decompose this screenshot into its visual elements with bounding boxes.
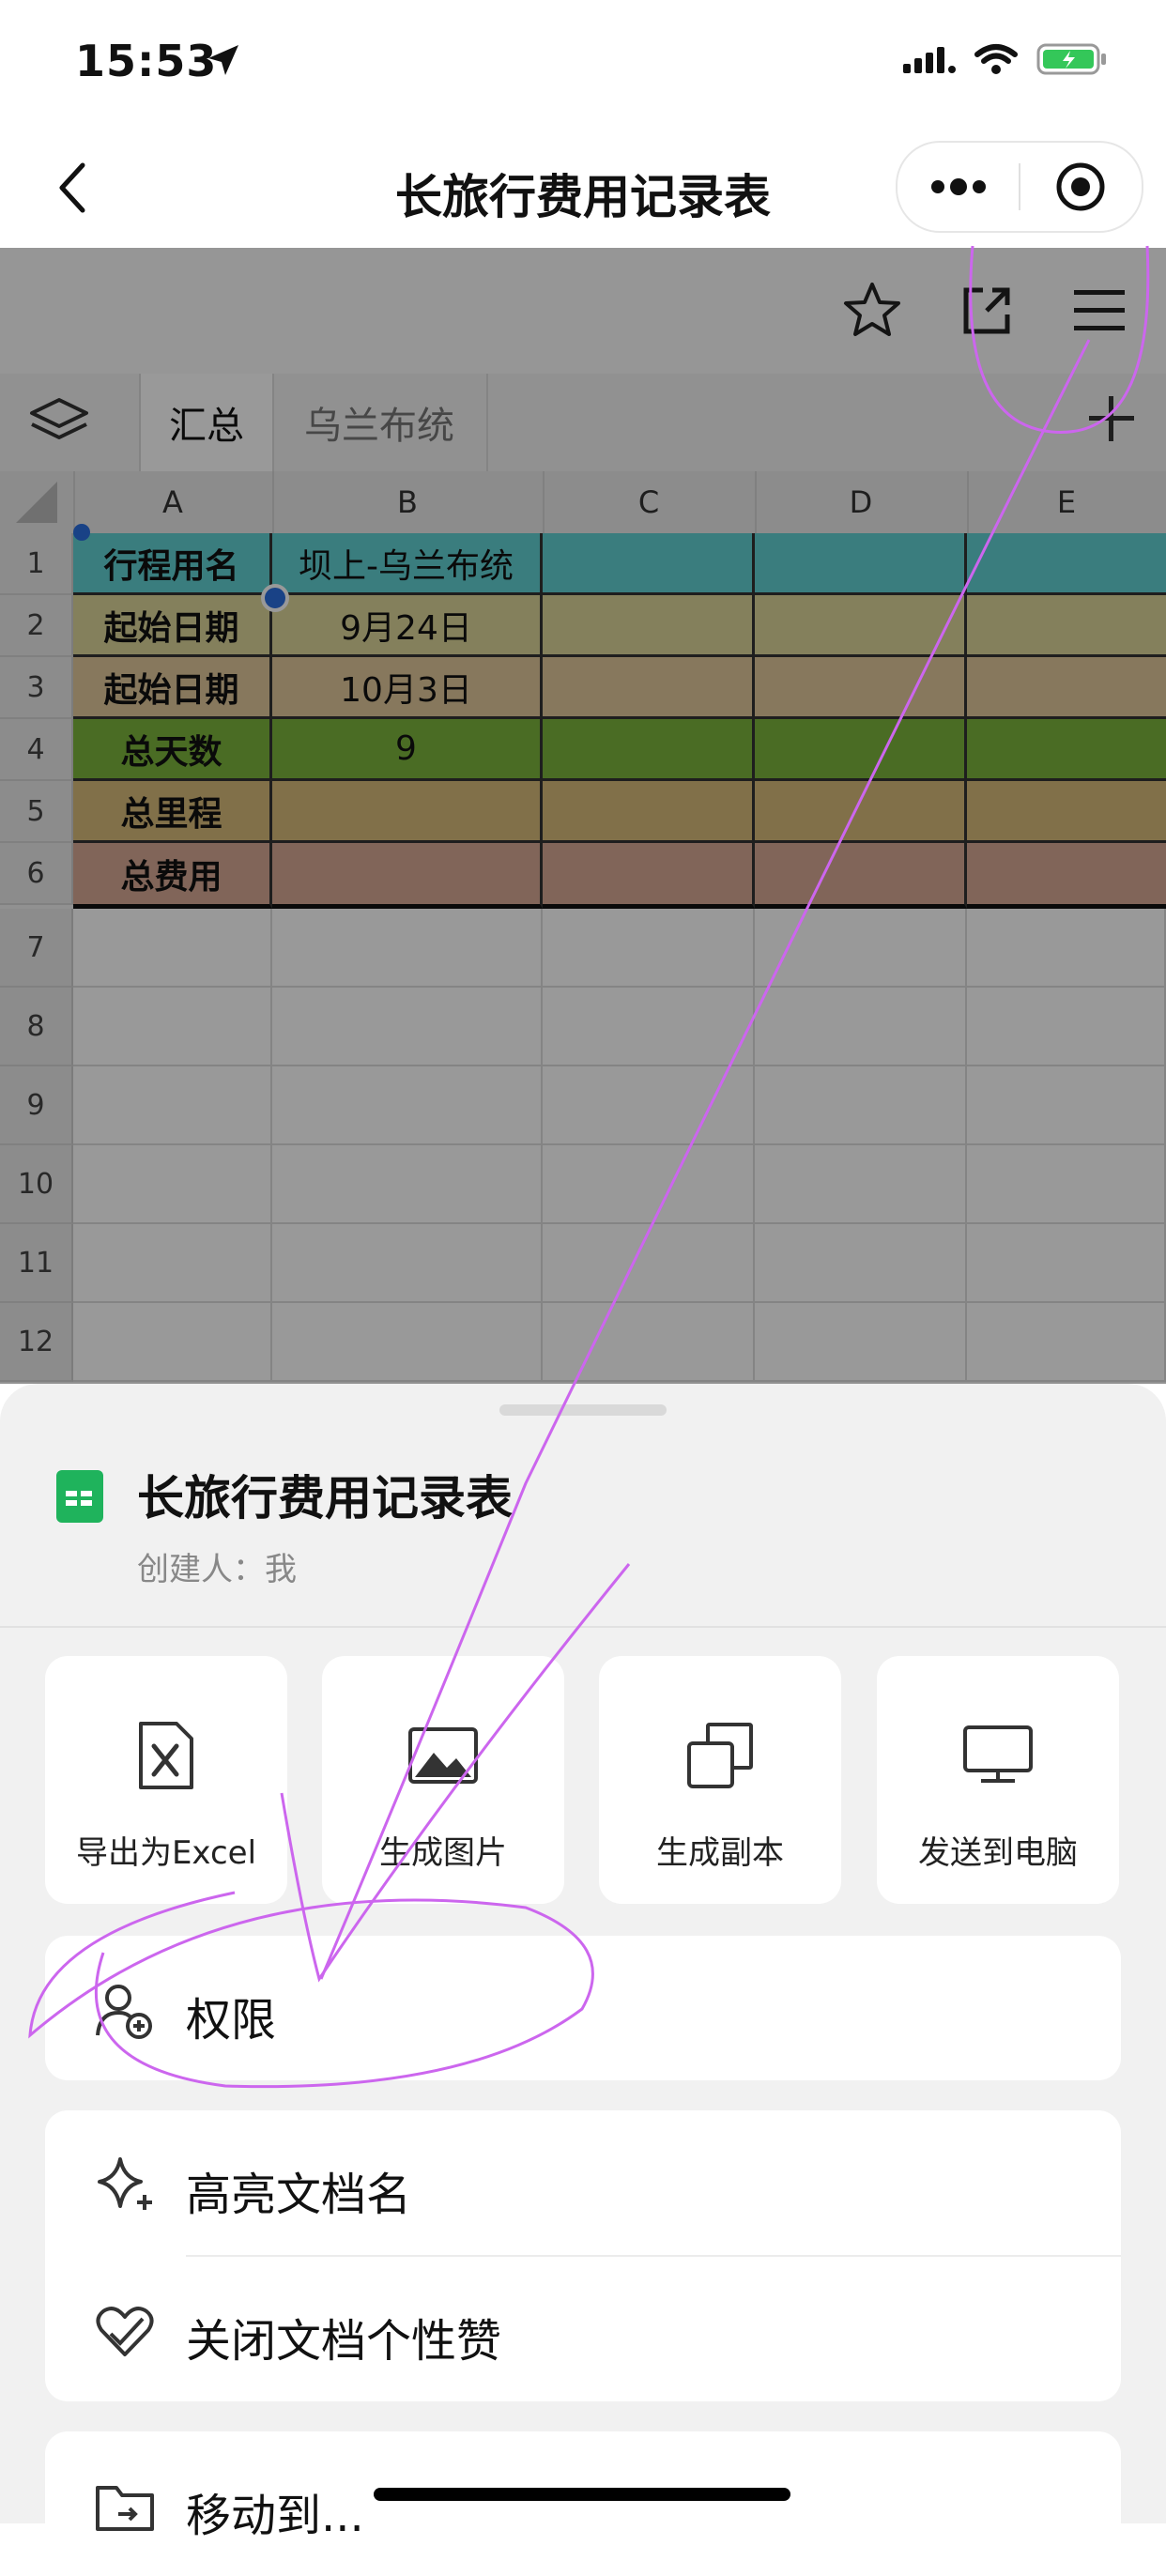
image-icon (408, 1727, 478, 1784)
highlight-doc-name-label: 高亮文档名 (186, 2169, 412, 2221)
highlight-doc-name-row[interactable]: 高亮文档名 (45, 2110, 1121, 2255)
copy-icon (687, 1723, 753, 1788)
target-circle-icon (1056, 162, 1105, 211)
battery-charging-icon (1036, 43, 1106, 75)
doc-creator: 创建人：我 (137, 1551, 297, 1588)
sparkle-icon (94, 2154, 156, 2216)
status-bar: 15:53 (0, 0, 1166, 131)
make-copy-button[interactable]: 生成副本 (599, 1656, 841, 1904)
move-to-label: 移动到... (186, 2490, 364, 2542)
excel-file-icon (139, 1722, 193, 1789)
send-to-computer-button[interactable]: 发送到电脑 (877, 1656, 1119, 1904)
close-doc-like-row[interactable]: 关闭文档个性赞 (45, 2257, 1121, 2401)
permissions-card: 权限 (45, 1936, 1121, 2080)
status-time: 15:53 (75, 36, 218, 86)
divider (0, 1626, 1166, 1628)
wifi-icon (974, 44, 1018, 74)
mini-program-capsule (896, 141, 1143, 233)
folder-move-icon (94, 2475, 156, 2537)
heart-off-icon (94, 2300, 156, 2362)
close-doc-like-label: 关闭文档个性赞 (186, 2315, 502, 2368)
location-arrow-icon (205, 41, 242, 83)
more-button[interactable] (898, 143, 1019, 231)
send-to-computer-label: 发送到电脑 (918, 1834, 1078, 1872)
doc-title: 长旅行费用记录表 (137, 1471, 513, 1526)
navigation-bar: 长旅行费用记录表 (0, 131, 1166, 248)
permissions-row[interactable]: 权限 (45, 1936, 1121, 2080)
monitor-icon (963, 1725, 1033, 1783)
home-indicator (374, 2488, 790, 2501)
permissions-label: 权限 (186, 1994, 277, 2047)
spreadsheet-doc-icon (56, 1470, 103, 1523)
doc-options-card: 高亮文档名 关闭文档个性赞 (45, 2110, 1121, 2401)
generate-image-label: 生成图片 (379, 1834, 507, 1872)
bottom-action-sheet: 长旅行费用记录表 创建人：我 导出为Excel 生成图片 生成副本 发送到电脑 … (0, 1384, 1166, 2544)
move-to-row[interactable]: 移动到... (45, 2431, 1121, 2576)
generate-image-button[interactable]: 生成图片 (322, 1656, 564, 1904)
sheet-drag-handle[interactable] (499, 1404, 667, 1416)
export-excel-label: 导出为Excel (75, 1834, 257, 1872)
export-excel-button[interactable]: 导出为Excel (45, 1656, 287, 1904)
user-permission-icon (94, 1979, 156, 2041)
more-dots-icon (930, 178, 986, 195)
status-icons (903, 41, 1110, 77)
cellular-signal-icon (903, 47, 956, 73)
make-copy-label: 生成副本 (656, 1834, 784, 1872)
close-mini-program-button[interactable] (1020, 143, 1142, 231)
modal-backdrop[interactable] (0, 248, 1166, 1384)
